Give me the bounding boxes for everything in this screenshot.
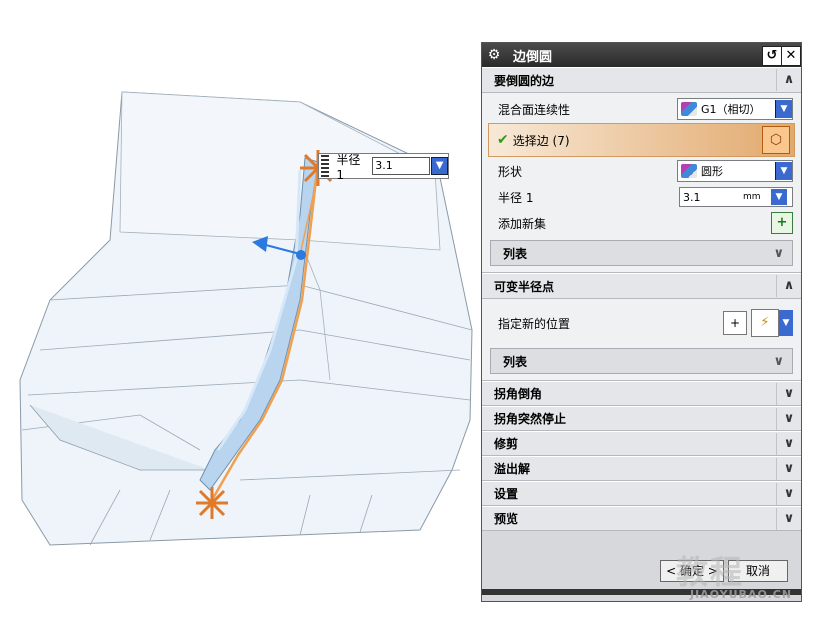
close-icon[interactable]: ✕ <box>781 46 801 66</box>
section-variable-body: 指定新的位置 + ⚡ ▼ 列表 ∨ <box>482 299 801 381</box>
shape-row: 形状 圆形 ▼ <box>490 157 793 185</box>
gear-icon[interactable]: ⚙ <box>485 47 503 63</box>
section-title: 修剪 <box>494 437 519 451</box>
section-title: 预览 <box>494 512 519 526</box>
chevron-down-icon[interactable]: ∨ <box>776 482 801 505</box>
radius-tag-dropdown-icon[interactable]: ▼ <box>431 157 448 175</box>
shape-icon <box>681 164 697 178</box>
check-icon: ✔ <box>497 132 509 148</box>
radius-tag-label: 半径 1 <box>336 152 361 182</box>
section-edges-title: 要倒圆的边 <box>494 73 555 88</box>
radius-unit: mm <box>743 192 761 202</box>
continuity-row: 混合面连续性 G1（相切） ▼ <box>490 95 793 123</box>
radius-row: 半径 1 3.1 mm ▼ <box>490 185 793 209</box>
dialog-titlebar[interactable]: ⚙ 边倒圆 ↺ ✕ <box>482 43 801 67</box>
edge-cube-icon[interactable]: ⬡ <box>762 126 790 154</box>
section-corner-setback-header[interactable]: 拐角倒角 ∨ <box>482 381 801 406</box>
section-title: 设置 <box>494 487 519 501</box>
section-settings-header[interactable]: 设置 ∨ <box>482 481 801 506</box>
section-stop-short-header[interactable]: 拐角突然停止 ∨ <box>482 406 801 431</box>
add-set-row: 添加新集 + <box>490 209 793 237</box>
section-title: 溢出解 <box>494 462 531 476</box>
list-header[interactable]: 列表 ∨ <box>490 348 793 374</box>
section-edges-body: 混合面连续性 G1（相切） ▼ ✔ 选择边 (7) ⬡ 形状 圆形 ▼ 半径 1… <box>482 93 801 273</box>
watermark-text: JIAOYUBAO.CN <box>690 588 793 601</box>
chevron-down-icon[interactable]: ∨ <box>773 354 784 369</box>
shape-label: 形状 <box>498 164 523 179</box>
chevron-down-icon[interactable]: ∨ <box>776 507 801 530</box>
down-arrow-icon[interactable]: ▼ <box>771 189 787 205</box>
radius-screen-input[interactable]: 半径 1 3.1 ▼ <box>318 152 449 182</box>
add-set-label: 添加新集 <box>498 216 547 231</box>
point-buttons: + ⚡ ▼ <box>723 309 793 337</box>
section-edges-header[interactable]: 要倒圆的边 ∧ <box>482 67 801 93</box>
chevron-down-icon[interactable]: ∨ <box>773 246 784 261</box>
graphics-viewport[interactable]: 半径 1 3.1 ▼ <box>0 0 480 625</box>
chevron-down-icon[interactable]: ▼ <box>775 162 792 180</box>
shape-value: 圆形 <box>701 165 723 178</box>
list-label: 列表 <box>503 354 528 369</box>
radius-label: 半径 1 <box>498 190 534 205</box>
reset-icon[interactable]: ↺ <box>762 46 782 66</box>
chevron-up-icon[interactable]: ∧ <box>776 69 801 91</box>
inferred-point-icon[interactable]: ⚡ <box>751 309 779 337</box>
point-dialog-icon[interactable]: + <box>723 311 747 335</box>
drag-grip-icon[interactable] <box>321 155 330 177</box>
chevron-down-icon[interactable]: ∨ <box>776 432 801 455</box>
section-variable-header[interactable]: 可变半径点 ∧ <box>482 273 801 299</box>
section-overflow-header[interactable]: 溢出解 ∨ <box>482 456 801 481</box>
continuity-icon <box>681 102 697 116</box>
radius-tag-field[interactable]: 3.1 <box>372 157 431 175</box>
chevron-up-icon[interactable]: ∧ <box>776 275 801 297</box>
variable-point-handle[interactable] <box>296 250 306 260</box>
dialog-title: 边倒圆 <box>513 49 553 65</box>
select-edge-row[interactable]: ✔ 选择边 (7) ⬡ <box>488 123 795 157</box>
list-header[interactable]: 列表 ∨ <box>490 240 793 266</box>
section-preview-header[interactable]: 预览 ∨ <box>482 506 801 531</box>
section-title: 拐角突然停止 <box>494 412 567 426</box>
continuity-label: 混合面连续性 <box>498 102 571 117</box>
chevron-down-icon[interactable]: ▼ <box>775 100 792 118</box>
new-location-label: 指定新的位置 <box>498 316 571 331</box>
new-location-row: 指定新的位置 + ⚡ ▼ <box>490 301 793 345</box>
radius-input[interactable]: 3.1 mm ▼ <box>679 187 793 207</box>
section-variable-title: 可变半径点 <box>494 279 555 294</box>
continuity-select[interactable]: G1（相切） ▼ <box>677 98 793 120</box>
edge-blend-dialog: ⚙ 边倒圆 ↺ ✕ 要倒圆的边 ∧ 混合面连续性 G1（相切） ▼ ✔ 选择边 … <box>481 42 802 602</box>
add-set-icon[interactable]: + <box>771 212 793 234</box>
chevron-down-icon[interactable]: ▼ <box>779 310 793 336</box>
continuity-value: G1（相切） <box>701 103 761 116</box>
radius-value: 3.1 <box>683 190 701 204</box>
collapsed-sections: 拐角倒角 ∨ 拐角突然停止 ∨ 修剪 ∨ 溢出解 ∨ 设置 ∨ 预览 ∨ <box>482 381 801 531</box>
section-title: 拐角倒角 <box>494 387 543 401</box>
section-trim-header[interactable]: 修剪 ∨ <box>482 431 801 456</box>
part-model <box>19 91 473 546</box>
chevron-down-icon[interactable]: ∨ <box>776 382 801 405</box>
chevron-down-icon[interactable]: ∨ <box>776 457 801 480</box>
chevron-down-icon[interactable]: ∨ <box>776 407 801 430</box>
shape-select[interactable]: 圆形 ▼ <box>677 160 793 182</box>
watermark-logo: 教程 <box>676 553 745 591</box>
end-point-icon <box>196 487 228 519</box>
select-edge-label: 选择边 (7) <box>512 133 570 148</box>
list-label: 列表 <box>503 246 528 261</box>
